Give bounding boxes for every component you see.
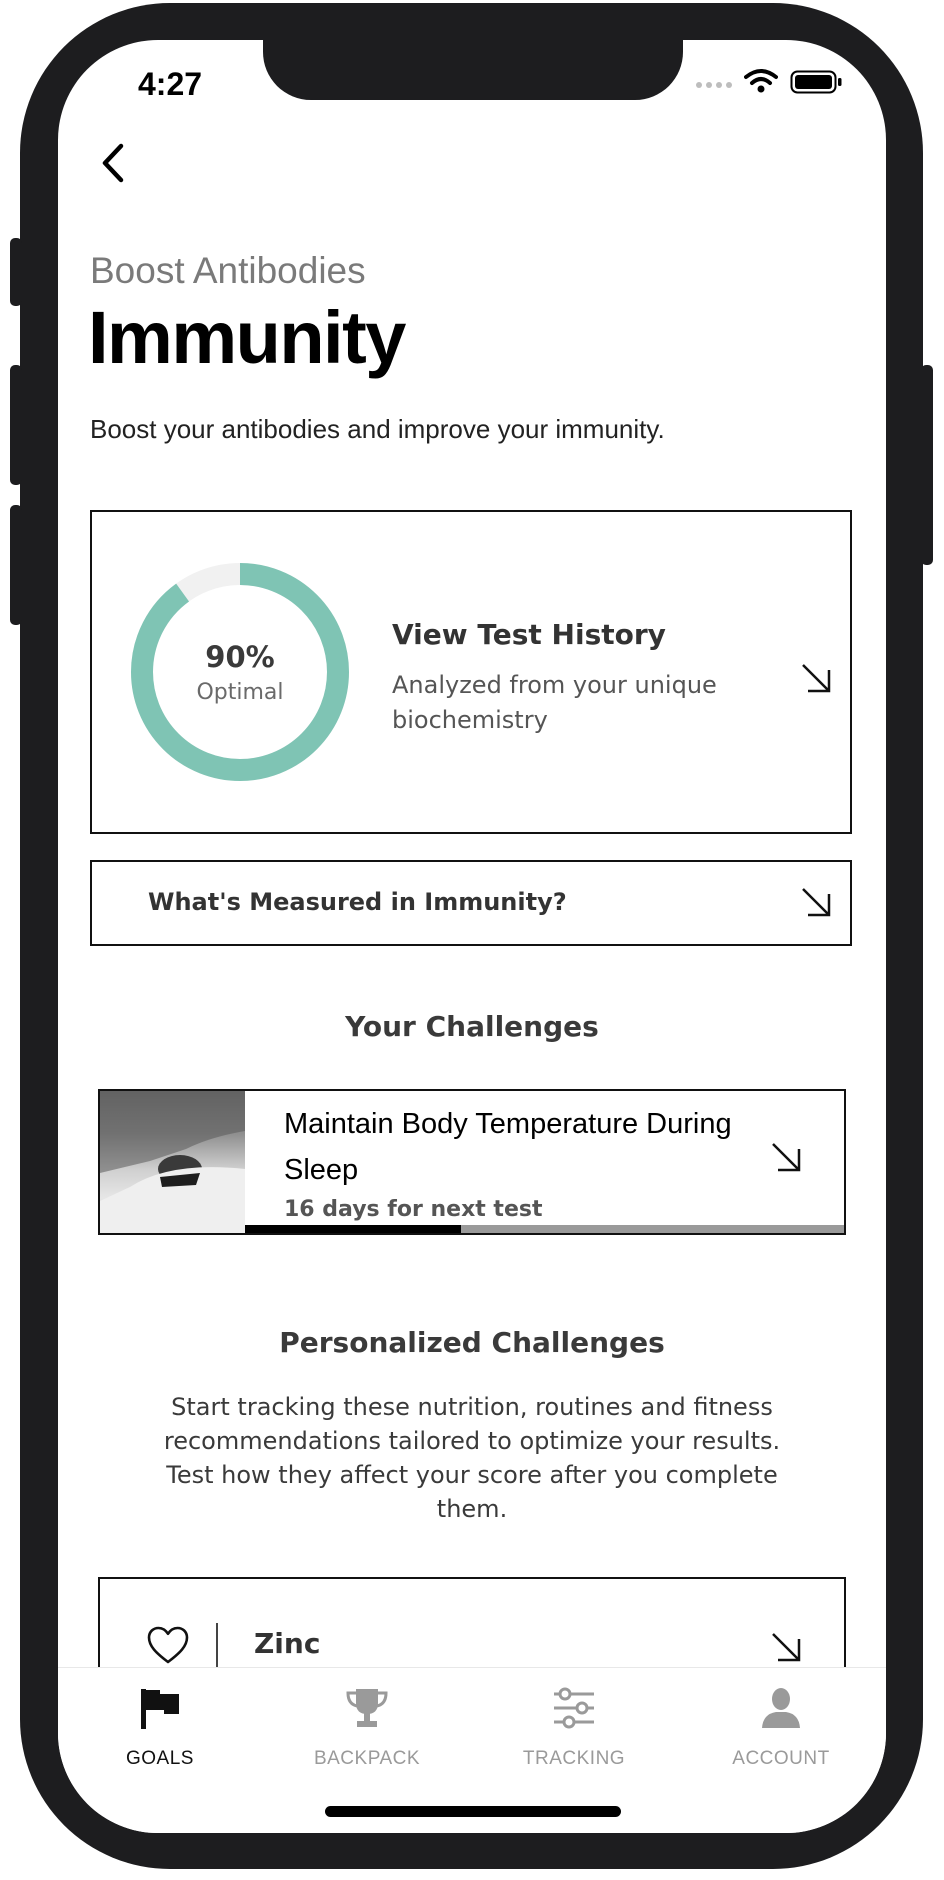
view-test-history-subtitle: Analyzed from your unique biochemistry: [392, 671, 717, 734]
wifi-icon: [744, 68, 778, 98]
tab-tracking[interactable]: TRACKING: [474, 1682, 674, 1770]
chevron-left-icon: [102, 143, 124, 183]
arrow-down-right-icon: [770, 1631, 802, 1663]
side-button-volume-down: [10, 505, 22, 625]
tab-account-label: ACCOUNT: [732, 1748, 830, 1769]
trophy-icon: [267, 1682, 467, 1734]
tab-tracking-label: TRACKING: [522, 1748, 626, 1769]
personalized-challenges-heading: Personalized Challenges: [279, 1326, 665, 1359]
arrow-down-right-icon: [800, 662, 832, 694]
challenge-title: Maintain Body Temperature During Sleep: [284, 1108, 732, 1186]
page-eyebrow: Boost Antibodies: [90, 250, 366, 291]
notch: [263, 40, 683, 100]
side-button-volume-up: [10, 365, 22, 485]
challenge-progress-fill: [245, 1225, 461, 1233]
tab-backpack-label: BACKPACK: [313, 1748, 421, 1769]
challenge-thumbnail: [100, 1091, 245, 1233]
home-indicator: [325, 1806, 621, 1817]
challenge-card[interactable]: Maintain Body Temperature During Sleep 1…: [98, 1089, 846, 1235]
back-button[interactable]: [88, 138, 138, 188]
side-button-mute: [10, 238, 22, 306]
page-description: Boost your antibodies and improve your i…: [90, 414, 665, 444]
flag-icon: [60, 1682, 260, 1734]
side-button-power: [921, 365, 933, 565]
arrow-down-right-icon: [770, 1141, 802, 1173]
whats-measured-card[interactable]: What's Measured in Immunity?: [90, 860, 852, 946]
challenge-next-test: 16 days for next test: [284, 1197, 543, 1222]
tab-goals-label: GOALS: [126, 1748, 194, 1769]
score-percent: 90%: [205, 640, 275, 674]
arrow-down-right-icon: [800, 886, 832, 918]
heart-outline-icon[interactable]: [146, 1625, 190, 1669]
person-icon: [681, 1682, 881, 1734]
tab-backpack[interactable]: BACKPACK: [267, 1682, 467, 1770]
sliders-icon: [474, 1682, 674, 1734]
zinc-label: Zinc: [254, 1627, 321, 1660]
battery-icon: [790, 70, 844, 98]
tab-account[interactable]: ACCOUNT: [681, 1682, 881, 1770]
score-status: Optimal: [196, 680, 284, 705]
your-challenges-heading: Your Challenges: [345, 1010, 599, 1043]
challenge-progress-bar: [245, 1225, 844, 1233]
screen: 4:27 Boost Antibodies Immunity Boost you…: [58, 40, 886, 1833]
page-title: Immunity: [88, 296, 406, 379]
score-center-text: 90% Optimal: [130, 640, 350, 705]
tab-goals[interactable]: GOALS: [60, 1682, 260, 1770]
view-test-history-link[interactable]: View Test History: [392, 618, 666, 651]
personalized-description: Start tracking these nutrition, routines…: [163, 1393, 781, 1523]
score-card[interactable]: 90% Optimal View Test History Analyzed f…: [90, 510, 852, 834]
status-time: 4:27: [138, 66, 203, 102]
cellular-signal-icon: [696, 82, 732, 88]
divider: [216, 1623, 218, 1667]
whats-measured-label: What's Measured in Immunity?: [148, 888, 567, 916]
